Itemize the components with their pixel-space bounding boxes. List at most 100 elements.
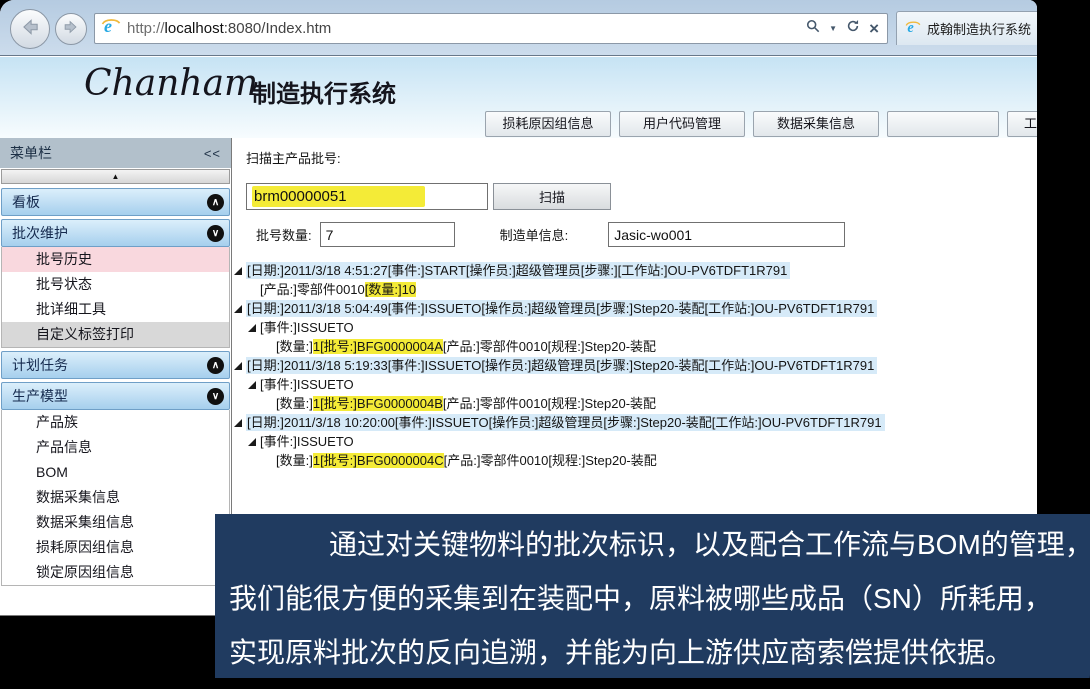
log-entry-text: [日期:]2011/3/18 10:20:00[事件:]ISSUETO[操作员:… <box>246 414 885 431</box>
sidebar-item[interactable]: 产品族 <box>2 410 229 435</box>
log-entry[interactable]: [日期:]2011/3/18 10:20:00[事件:]ISSUETO[操作员:… <box>232 413 1037 432</box>
log-entry[interactable]: [产品:]零部件0010[数量:]10 <box>232 280 1037 299</box>
mo-info-input[interactable]: Jasic-wo001 <box>608 222 845 247</box>
tree-expander-icon <box>234 267 242 275</box>
back-button[interactable] <box>10 9 50 49</box>
log-entry[interactable]: [日期:]2011/3/18 5:04:49[事件:]ISSUETO[操作员:]… <box>232 299 1037 318</box>
sidebar-title: 菜单栏 <box>10 143 52 163</box>
sidebar-group-header[interactable]: 生产模型 ∨ <box>1 382 230 410</box>
log-text-highlight: 1[批号:]BFG0000004C <box>313 453 444 468</box>
sidebar-item[interactable]: 批详细工具 <box>2 297 229 322</box>
log-text-highlight: 1[批号:]BFG0000004A <box>313 339 443 354</box>
sidebar-item[interactable]: 损耗原因组信息 <box>2 535 229 560</box>
ie-logo-icon: e <box>101 16 121 41</box>
toolbar-tab-3[interactable]: 数据采集信息 <box>753 111 879 137</box>
log-entry[interactable]: [数量:]1[批号:]BFG0000004B[产品:]零部件0010[规程:]S… <box>232 394 1037 413</box>
sidebar: 菜单栏 << ▲ 看板∧批次维护∨批号历史批号状态批详细工具自定义标签打印计划任… <box>0 138 232 616</box>
toolbar-tab-2[interactable]: 用户代码管理 <box>619 111 745 137</box>
search-icon[interactable] <box>806 19 820 38</box>
browser-chrome: e http://localhost:8080/Index.htm ▼ × <box>0 0 1037 56</box>
log-text: [日期:]2011/3/18 5:04:49[事件:]ISSUETO[操作员:]… <box>247 301 874 316</box>
log-text: [日期:]2011/3/18 4:51:27[事件:]START[操作员:]超级… <box>247 263 787 278</box>
scan-label: 扫描主产品批号: <box>246 148 1037 167</box>
chevron-up-icon[interactable]: ∧ <box>207 357 224 374</box>
sidebar-item[interactable]: BOM <box>2 460 229 485</box>
stop-icon[interactable]: × <box>869 20 879 37</box>
scan-input[interactable]: brm00000051 <box>246 183 488 210</box>
refresh-icon[interactable] <box>846 19 860 38</box>
log-entry[interactable]: [日期:]2011/3/18 5:19:33[事件:]ISSUETO[操作员:]… <box>232 356 1037 375</box>
app-header: Chanham 制造执行系统 损耗原因组信息用户代码管理数据采集信息 工单 <box>0 57 1037 138</box>
log-text: [产品:]零部件0010 <box>260 282 365 297</box>
scroll-up-icon: ▲ <box>112 172 120 181</box>
browser-tab[interactable]: e 成翰制造执行系统 <box>896 11 1037 45</box>
sidebar-item[interactable]: 数据采集组信息 <box>2 510 229 535</box>
svg-text:e: e <box>104 16 112 36</box>
url-text: http://localhost:8080/Index.htm <box>127 20 331 37</box>
event-log-tree: [日期:]2011/3/18 4:51:27[事件:]START[操作员:]超级… <box>232 261 1037 470</box>
toolbar-tab-1[interactable]: 损耗原因组信息 <box>485 111 611 137</box>
sidebar-group-header[interactable]: 批次维护 ∨ <box>1 219 230 247</box>
sidebar-group-header[interactable]: 计划任务 ∧ <box>1 351 230 379</box>
sidebar-item[interactable]: 批号历史 <box>2 247 229 272</box>
log-entry[interactable]: [事件:]ISSUETO <box>232 432 1037 451</box>
sidebar-group-label: 生产模型 <box>12 386 68 406</box>
log-entry-text: [日期:]2011/3/18 4:51:27[事件:]START[操作员:]超级… <box>246 262 790 279</box>
log-entry[interactable]: [事件:]ISSUETO <box>232 318 1037 337</box>
forward-button[interactable] <box>55 13 87 45</box>
lot-qty-input[interactable]: 7 <box>320 222 455 247</box>
brand-logo: Chanham <box>84 63 258 104</box>
address-bar[interactable]: e http://localhost:8080/Index.htm ▼ × <box>94 13 888 44</box>
sidebar-item[interactable]: 数据采集信息 <box>2 485 229 510</box>
log-text: [事件:]ISSUETO <box>260 320 354 335</box>
tree-expander-icon <box>234 419 242 427</box>
log-text: [事件:]ISSUETO <box>260 377 354 392</box>
log-text-highlight: 1[批号:]BFG0000004B <box>313 396 443 411</box>
toolbar-tab-4[interactable] <box>887 111 999 137</box>
app-title: 制造执行系统 <box>252 74 396 109</box>
toolbar-tabs: 损耗原因组信息用户代码管理数据采集信息 工单 <box>485 111 1037 137</box>
scan-value-highlight: brm00000051 <box>252 186 425 207</box>
sidebar-group-header[interactable]: 看板 ∧ <box>1 188 230 216</box>
sidebar-item[interactable]: 锁定原因组信息 <box>2 560 229 585</box>
log-entry[interactable]: [数量:]1[批号:]BFG0000004C[产品:]零部件0010[规程:]S… <box>232 451 1037 470</box>
sidebar-group-label: 看板 <box>12 192 40 212</box>
lot-qty-label: 批号数量: <box>256 225 312 244</box>
log-text: [数量:] <box>276 453 313 468</box>
chevron-down-icon[interactable]: ∨ <box>207 388 224 405</box>
sidebar-header: 菜单栏 << <box>0 138 231 168</box>
sidebar-scroll-up[interactable]: ▲ <box>1 169 230 184</box>
caption-line: 通过对关键物料的批次标识，以及配合工作流与BOM的管理， <box>229 518 1076 572</box>
sidebar-group-items: 产品族产品信息BOM数据采集信息数据采集组信息损耗原因组信息锁定原因组信息 <box>1 410 230 586</box>
chevron-down-icon[interactable]: ∨ <box>207 225 224 242</box>
tab-title: 成翰制造执行系统 <box>927 19 1031 38</box>
log-entry[interactable]: [事件:]ISSUETO <box>232 375 1037 394</box>
log-text: [日期:]2011/3/18 10:20:00[事件:]ISSUETO[操作员:… <box>247 415 882 430</box>
scan-button[interactable]: 扫描 <box>493 183 611 210</box>
log-text: [产品:]零部件0010[规程:]Step20-装配 <box>443 339 656 354</box>
log-entry[interactable]: [数量:]1[批号:]BFG0000004A[产品:]零部件0010[规程:]S… <box>232 337 1037 356</box>
log-text: [数量:] <box>276 339 313 354</box>
sidebar-item[interactable]: 产品信息 <box>2 435 229 460</box>
sidebar-collapse-button[interactable]: << <box>204 146 221 161</box>
dropdown-caret-icon[interactable]: ▼ <box>829 24 837 33</box>
log-text: [事件:]ISSUETO <box>260 434 354 449</box>
sidebar-item[interactable]: 批号状态 <box>2 272 229 297</box>
mo-info-label: 制造单信息: <box>500 225 569 244</box>
caption-line: 我们能很方便的采集到在装配中，原料被哪些成品（SN）所耗用， <box>229 572 1076 626</box>
toolbar-tab-5[interactable]: 工单 <box>1007 111 1037 137</box>
caption-line: 实现原料批次的反向追溯，并能为向上游供应商索偿提供依据。 <box>229 626 1076 678</box>
ie-tab-icon: e <box>905 19 921 38</box>
sidebar-group-label: 批次维护 <box>12 223 68 243</box>
tree-expander-icon <box>248 324 256 332</box>
tree-expander-icon <box>248 438 256 446</box>
tree-expander-icon <box>234 362 242 370</box>
log-entry-text: [日期:]2011/3/18 5:19:33[事件:]ISSUETO[操作员:]… <box>246 357 877 374</box>
chevron-up-icon[interactable]: ∧ <box>207 194 224 211</box>
log-entry[interactable]: [日期:]2011/3/18 4:51:27[事件:]START[操作员:]超级… <box>232 261 1037 280</box>
log-text: [数量:] <box>276 396 313 411</box>
sidebar-item[interactable]: 自定义标签打印 <box>2 322 229 347</box>
sidebar-group-label: 计划任务 <box>12 355 68 375</box>
sidebar-groups: 看板 ∧ 批次维护 ∨ 批号历史批号状态批详细工具自定义标签打印计划任务 ∧ 生产模型 ∨ 产品… <box>0 185 231 587</box>
log-text: [产品:]零部件0010[规程:]Step20-装配 <box>444 453 657 468</box>
